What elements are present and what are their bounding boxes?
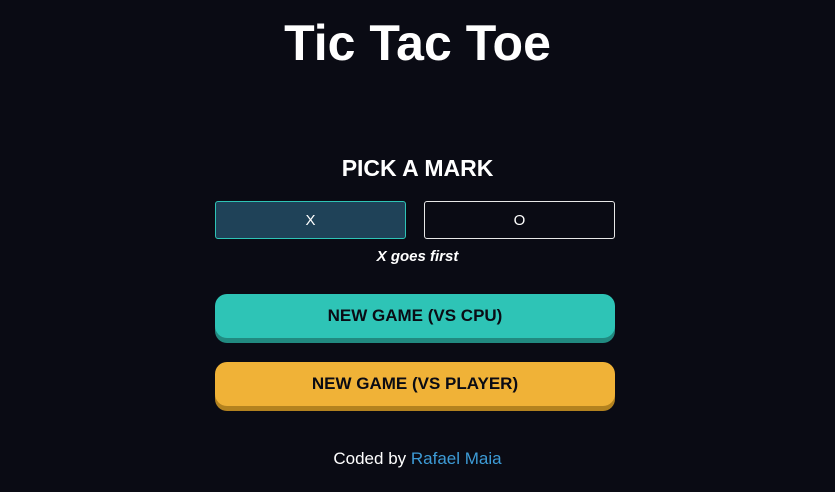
first-player-note: X goes first [376, 248, 459, 265]
footer-prefix: Coded by [333, 449, 407, 468]
page-title: Tic Tac Toe [284, 15, 551, 71]
mark-o-button[interactable]: O [424, 201, 615, 239]
new-game-cpu-button[interactable]: NEW GAME (VS CPU) [215, 294, 615, 338]
footer: Coded by Rafael Maia [0, 449, 835, 469]
mark-x-button[interactable]: X [215, 201, 406, 239]
author-link[interactable]: Rafael Maia [411, 449, 502, 468]
new-game-player-button[interactable]: NEW GAME (VS PLAYER) [215, 362, 615, 406]
pick-mark-heading: PICK A MARK [341, 155, 494, 181]
